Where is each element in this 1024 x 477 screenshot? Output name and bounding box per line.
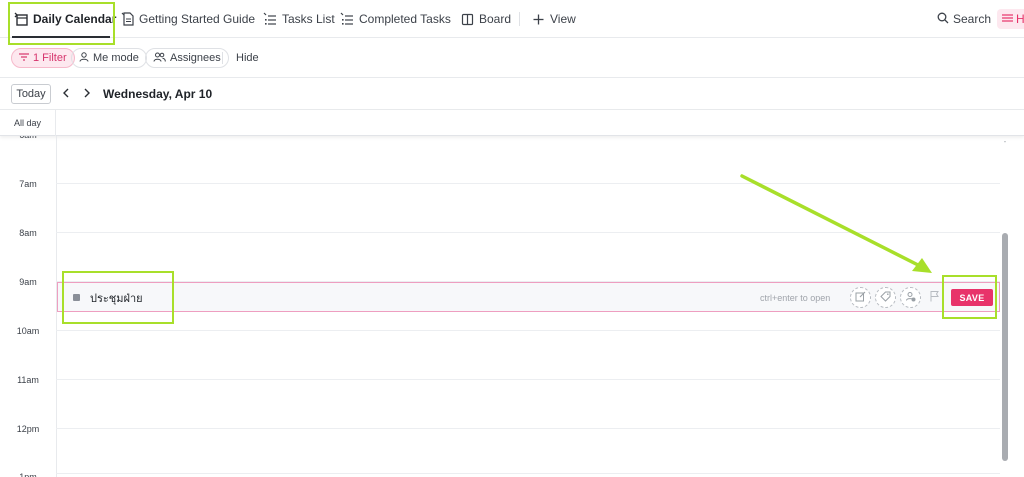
search-label: Search	[953, 12, 992, 26]
list-icon	[263, 12, 277, 26]
flag-icon	[929, 289, 940, 307]
list-icon	[340, 12, 354, 26]
tab-label: Daily Calendar	[33, 12, 117, 26]
tab-label: Completed Tasks	[359, 12, 451, 26]
hour-label: 6am	[0, 136, 56, 140]
hour-label: 8am	[19, 228, 37, 238]
view-tab-bar: Daily Calendar Getting Started Guide Tas…	[0, 0, 1024, 38]
tab-tasks-list[interactable]: Tasks List	[263, 0, 335, 38]
hour-label: 10am	[16, 326, 40, 336]
add-assignee-button[interactable]	[900, 287, 921, 308]
tab-label: Getting Started Guide	[139, 12, 256, 26]
hour-line	[56, 473, 1000, 474]
filter-divider	[222, 52, 223, 64]
tab-divider	[519, 12, 520, 26]
all-day-label: All day	[0, 110, 56, 136]
me-mode-chip[interactable]: Me mode	[71, 48, 147, 68]
current-date-title: Wednesday, Apr 10	[103, 87, 213, 101]
previous-day-button[interactable]	[58, 85, 74, 103]
chevron-left-icon	[62, 85, 70, 103]
hour-line	[56, 379, 1000, 380]
person-icon	[79, 51, 89, 65]
next-day-button[interactable]	[79, 85, 95, 103]
edit-icon	[855, 289, 866, 307]
filter-label: 1 Filter	[33, 52, 67, 64]
add-view-button[interactable]: View	[531, 0, 576, 38]
plus-icon	[531, 12, 545, 26]
calendar-view-icon	[14, 12, 28, 26]
task-status-icon[interactable]	[73, 294, 80, 301]
people-icon	[153, 52, 166, 65]
add-description-button[interactable]	[850, 287, 871, 308]
search-icon	[937, 12, 949, 27]
hour-label: 12pm	[16, 424, 40, 434]
tag-icon	[880, 289, 891, 307]
sliders-icon	[1002, 12, 1013, 26]
tab-daily-calendar[interactable]: Daily Calendar	[14, 0, 116, 38]
tab-label: Tasks List	[282, 12, 335, 26]
hide-button[interactable]: Hide	[236, 48, 259, 68]
filter-chip[interactable]: 1 Filter	[11, 48, 75, 68]
hour-label: 11am	[17, 375, 39, 385]
assignees-chip[interactable]: Assignees	[145, 48, 229, 68]
hour-label: 1pm	[19, 472, 37, 477]
today-button[interactable]: Today	[11, 84, 51, 104]
date-navigation: Today Wednesday, Apr 10	[0, 78, 1024, 110]
chevron-right-icon	[83, 85, 91, 103]
hour-line	[56, 232, 1000, 233]
tab-getting-started-guide[interactable]: Getting Started Guide	[120, 0, 255, 38]
scrollbar-thumb[interactable]	[1002, 233, 1008, 461]
hide-view-chip[interactable]: H	[997, 9, 1024, 29]
tab-board[interactable]: Board	[460, 0, 511, 38]
filter-bar: 1 Filter Me mode Assignees Hide	[0, 38, 1024, 78]
filter-icon	[19, 52, 29, 64]
me-mode-label: Me mode	[93, 52, 139, 64]
hide-chip-label: H	[1016, 12, 1024, 26]
set-priority-button[interactable]	[924, 287, 945, 308]
tab-completed-tasks[interactable]: Completed Tasks	[340, 0, 451, 38]
board-icon	[460, 12, 474, 26]
save-task-button[interactable]: SAVE	[951, 289, 993, 306]
all-day-row[interactable]: All day	[0, 110, 1024, 136]
tab-label: View	[550, 12, 576, 26]
scroll-up-arrow[interactable]: -	[1001, 138, 1009, 146]
search-button[interactable]: Search	[937, 0, 991, 38]
tab-label: Board	[479, 12, 512, 26]
hour-line	[56, 330, 1000, 331]
hour-line	[56, 428, 1000, 429]
hour-line	[56, 183, 1000, 184]
assignees-label: Assignees	[170, 52, 221, 64]
hour-label: 7am	[19, 179, 37, 189]
add-user-icon	[905, 289, 916, 307]
task-name-input[interactable]	[90, 289, 390, 307]
add-tag-button[interactable]	[875, 287, 896, 308]
open-hint: ctrl+enter to open	[760, 293, 831, 303]
doc-icon	[120, 12, 134, 26]
hour-label: 9am	[19, 277, 37, 287]
new-task-row[interactable]: ctrl+enter to open SAVE	[57, 282, 1000, 312]
